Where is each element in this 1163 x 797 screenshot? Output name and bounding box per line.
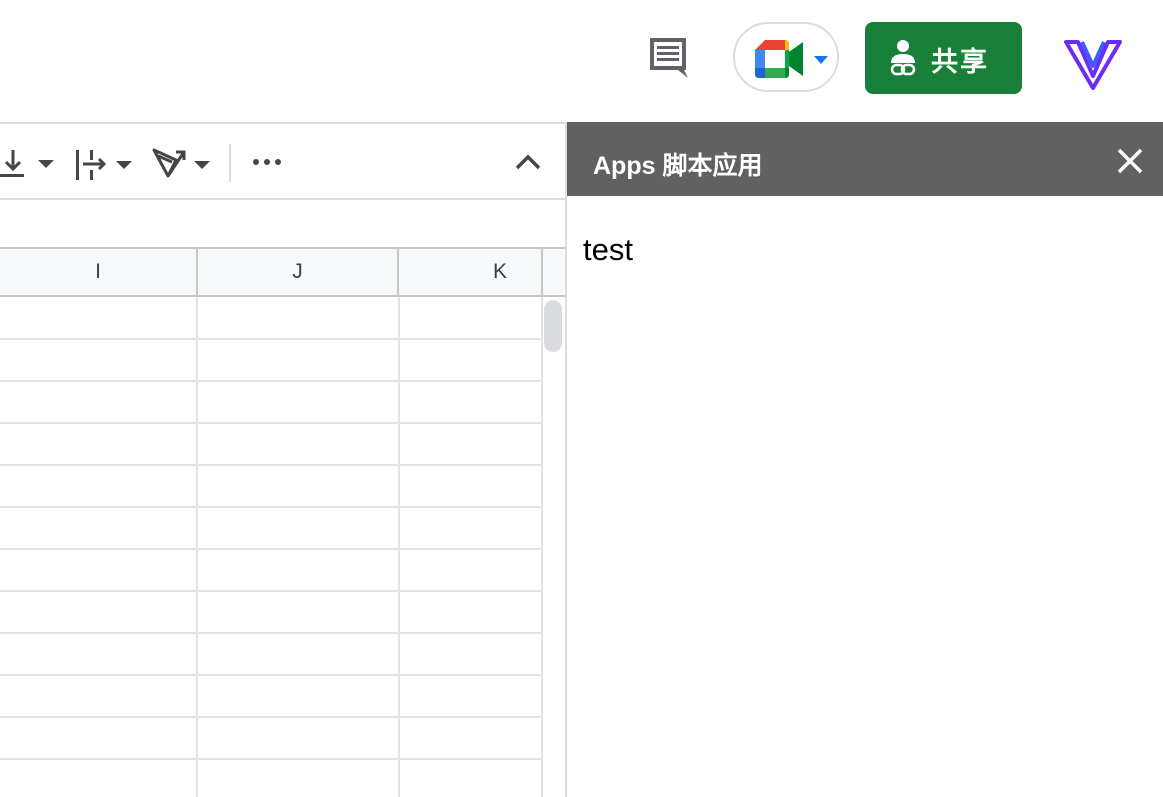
vertical-align-bottom-icon [0,150,54,177]
collapse-chevron-icon [515,154,541,170]
row-gridline [0,422,541,424]
comment-history-button[interactable] [646,36,690,80]
chevron-down-icon [814,56,828,64]
apps-script-sidebar: Apps 脚本应用 test [565,122,1163,797]
comment-icon [650,38,688,78]
row-gridline [0,716,541,718]
column-gridline [398,297,400,797]
meet-button[interactable] [733,22,839,92]
text-wrap-icon [76,150,132,180]
column-header-i[interactable]: I [0,249,198,297]
sidebar-title: Apps 脚本应用 [593,152,763,180]
row-gridline [0,380,541,382]
app-logo-icon [1064,40,1122,90]
more-button[interactable] [252,154,282,172]
share-button[interactable]: 共享 [865,22,1022,94]
row-gridline [0,590,541,592]
text-rotation-button[interactable] [152,146,214,185]
app-logo[interactable] [1064,38,1122,95]
row-gridline [0,506,541,508]
column-label: J [292,260,303,283]
column-label: K [492,260,507,283]
formatting-toolbar [0,122,565,200]
scrollbar-corner [541,249,565,297]
toolbar-divider [229,144,231,182]
text-rotation-icon [152,148,210,178]
row-gridline [0,674,541,676]
share-person-link-icon [890,40,916,76]
column-header-k[interactable]: K [399,249,541,297]
column-header-j[interactable]: J [198,249,399,297]
text-wrap-button[interactable] [74,148,136,187]
sidebar-content-text: test [583,232,633,267]
vertical-align-button[interactable] [0,148,60,185]
spreadsheet-grid[interactable]: I J K [0,249,565,797]
row-gridline [0,464,541,466]
column-gridline [196,297,198,797]
row-gridline [0,338,541,340]
share-button-label: 共享 [931,47,989,77]
close-icon [1117,148,1143,174]
row-gridline [0,548,541,550]
row-gridline [0,632,541,634]
top-bar: 共享 [0,0,1163,122]
scrollbar-thumb[interactable] [544,300,562,352]
close-sidebar-button[interactable] [1115,146,1145,176]
column-label: I [95,260,101,283]
row-gridline [0,758,541,760]
more-icon [253,159,281,165]
google-meet-icon [755,40,803,78]
formula-bar[interactable] [0,200,565,249]
hide-menus-button[interactable] [514,152,542,177]
sidebar-header: Apps 脚本应用 [567,122,1163,196]
